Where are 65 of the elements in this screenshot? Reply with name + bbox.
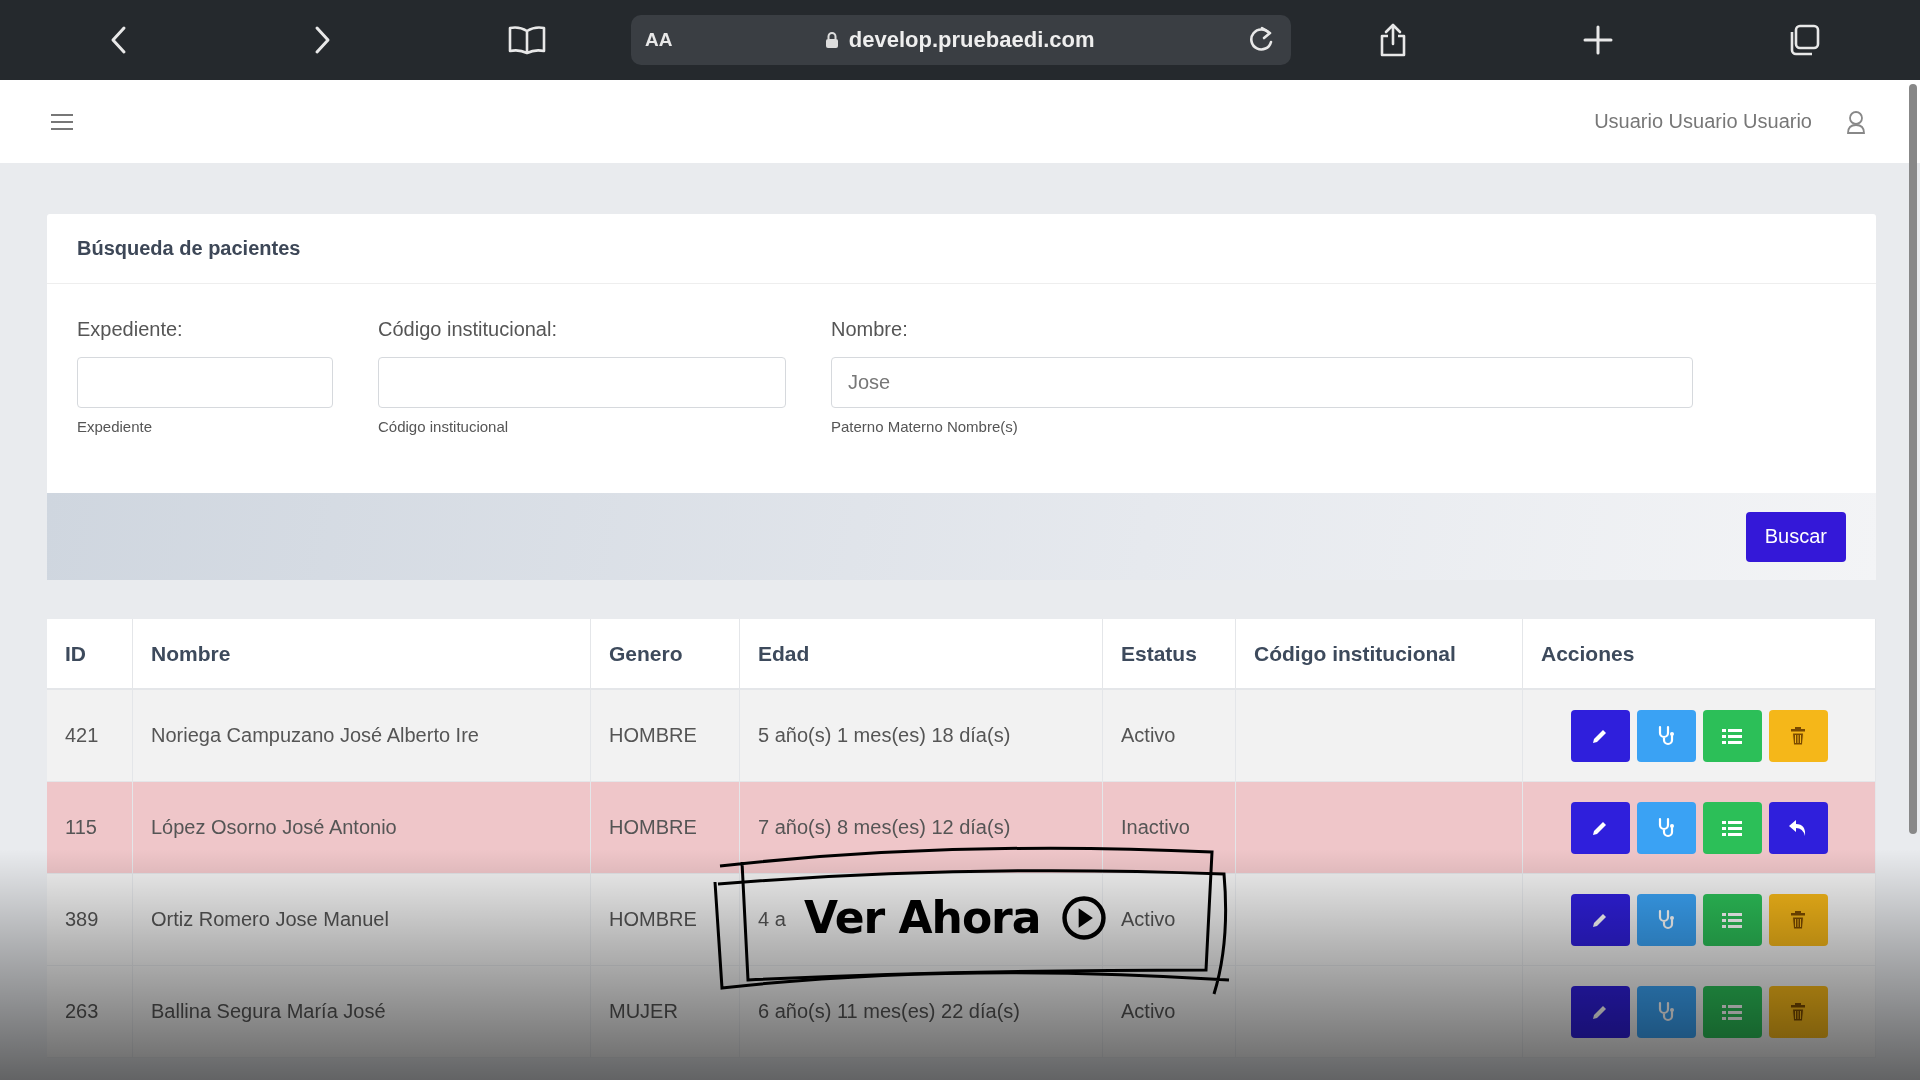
share-icon[interactable] bbox=[1378, 22, 1408, 58]
text-size-button[interactable]: AA bbox=[645, 29, 673, 51]
delete-button[interactable] bbox=[1768, 709, 1828, 762]
search-button[interactable]: Buscar bbox=[1745, 511, 1846, 562]
url-text: develop.pruebaedi.com bbox=[848, 27, 1095, 53]
card-title: Búsqueda de pacientes bbox=[77, 237, 301, 260]
list-icon bbox=[1721, 726, 1743, 745]
field-help-text: Expediente bbox=[77, 418, 154, 435]
user-name[interactable]: Usuario Usuario Usuario bbox=[1594, 110, 1812, 133]
address-bar[interactable]: AA develop.pruebaedi.com bbox=[631, 15, 1291, 65]
list-icon bbox=[1721, 910, 1743, 929]
delete-button[interactable] bbox=[1768, 893, 1828, 946]
delete-button[interactable] bbox=[1768, 985, 1828, 1038]
input-field[interactable]: Jose bbox=[831, 357, 1693, 408]
table-cell: Ortiz Romero Jose Manuel bbox=[132, 873, 591, 966]
table-cell: MUJER bbox=[590, 965, 740, 1058]
stethoscope-icon bbox=[1656, 1000, 1676, 1023]
table-cell: Activo bbox=[1102, 689, 1236, 782]
table-cell: 6 año(s) 11 mes(es) 22 día(s) bbox=[739, 965, 1103, 1058]
table-cell: 115 bbox=[47, 781, 133, 874]
trash-icon bbox=[1790, 909, 1806, 930]
list-button[interactable] bbox=[1702, 893, 1762, 946]
stethoscope-button[interactable] bbox=[1636, 709, 1696, 762]
list-icon bbox=[1721, 1002, 1743, 1021]
input-field[interactable] bbox=[77, 357, 333, 408]
field-help-text: Código institucional bbox=[378, 418, 510, 435]
edit-button[interactable] bbox=[1570, 985, 1630, 1038]
edit-button[interactable] bbox=[1570, 709, 1630, 762]
table-cell: HOMBRE bbox=[590, 781, 740, 874]
table-cell: López Osorno José Antonio bbox=[132, 781, 591, 874]
stethoscope-icon bbox=[1656, 724, 1676, 747]
play-icon[interactable] bbox=[1060, 894, 1107, 941]
table-cell: Ballina Segura María José bbox=[132, 965, 591, 1058]
field-help-text: Paterno Materno Nombre(s) bbox=[831, 418, 1019, 435]
table-cell: HOMBRE bbox=[590, 689, 740, 782]
edit-button[interactable] bbox=[1570, 893, 1630, 946]
book-icon[interactable] bbox=[507, 25, 547, 55]
table-cell: Noriega Campuzano José Alberto Ire bbox=[132, 689, 591, 782]
table-cell: Inactivo bbox=[1102, 781, 1236, 874]
stethoscope-icon bbox=[1656, 816, 1676, 839]
list-icon bbox=[1721, 818, 1743, 837]
table-cell: 263 bbox=[47, 965, 133, 1058]
trash-icon bbox=[1790, 1001, 1806, 1022]
trash-icon bbox=[1790, 725, 1806, 746]
watch-now-label[interactable]: Ver Ahora bbox=[804, 892, 1041, 943]
table-cell: Activo bbox=[1102, 965, 1236, 1058]
table-cell: Activo bbox=[1102, 873, 1236, 966]
table-cell: 5 año(s) 1 mes(es) 18 día(s) bbox=[739, 689, 1103, 782]
table-cell: 7 año(s) 8 mes(es) 12 día(s) bbox=[739, 781, 1103, 874]
input-field[interactable] bbox=[378, 357, 786, 408]
lock-icon bbox=[824, 31, 839, 49]
stethoscope-icon bbox=[1656, 908, 1676, 931]
stethoscope-button[interactable] bbox=[1636, 893, 1696, 946]
scrollbar[interactable] bbox=[1909, 84, 1917, 834]
table-cell: 421 bbox=[47, 689, 133, 782]
table-cell: HOMBRE bbox=[590, 873, 740, 966]
list-button[interactable] bbox=[1702, 985, 1762, 1038]
stethoscope-button[interactable] bbox=[1636, 985, 1696, 1038]
user-icon[interactable] bbox=[1846, 109, 1866, 134]
plus-icon[interactable] bbox=[1583, 25, 1613, 55]
menu-icon[interactable] bbox=[50, 111, 74, 132]
field-label: Nombre: bbox=[831, 318, 909, 341]
field-label: Código institucional: bbox=[378, 318, 558, 341]
field-label: Expediente: bbox=[77, 318, 184, 341]
table-cell: 389 bbox=[47, 873, 133, 966]
